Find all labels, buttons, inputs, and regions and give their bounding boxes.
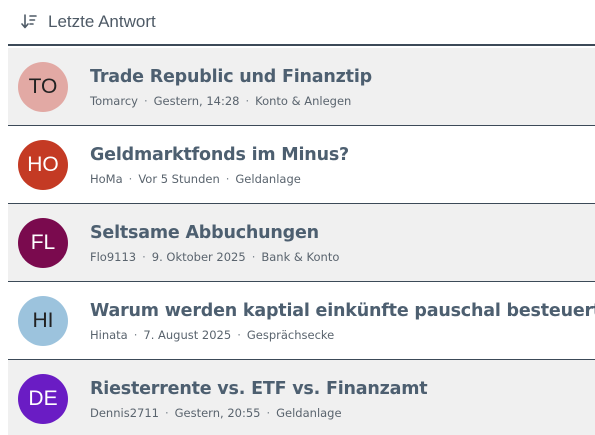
topic-row[interactable]: HO Geldmarktfonds im Minus? HoMa · Vor 5… (8, 126, 595, 204)
meta-separator: · (142, 249, 146, 264)
meta-separator: · (128, 171, 133, 186)
topic-time: Gestern, 20:55 (174, 406, 261, 420)
meta-separator: · (164, 406, 169, 420)
avatar-initials: HI (32, 308, 54, 332)
topic-category[interactable]: Geldanlage (276, 406, 341, 420)
avatar[interactable]: HI (18, 295, 68, 346)
meta-separator: · (143, 93, 148, 108)
topic-list: TO Trade Republic und Finanztip Tomarcy … (8, 48, 595, 435)
meta-separator: · (133, 327, 138, 342)
avatar[interactable]: DE (18, 374, 68, 424)
topic-time: 9. Oktober 2025 (151, 249, 246, 264)
topic-author[interactable]: HoMa (90, 172, 123, 186)
topic-row[interactable]: FL Seltsame Abbuchungen Flo9113 · 9. Okt… (8, 204, 595, 282)
topic-row[interactable]: DE Riesterrente vs. ETF vs. Finanzamt De… (8, 360, 595, 435)
avatar[interactable]: HO (18, 139, 68, 190)
topic-title[interactable]: Geldmarktfonds im Minus? (90, 144, 349, 166)
topic-title[interactable]: Seltsame Abbuchungen (90, 222, 339, 244)
sort-header[interactable]: Letzte Antwort (8, 0, 595, 46)
topic-row[interactable]: TO Trade Republic und Finanztip Tomarcy … (8, 48, 595, 126)
topic-author[interactable]: Flo9113 (90, 250, 136, 264)
topic-time: Gestern, 14:28 (153, 93, 240, 108)
sort-descending-icon (20, 13, 38, 31)
topic-time: Vor 5 Stunden (138, 171, 220, 186)
meta-separator: · (225, 171, 230, 186)
topic-title[interactable]: Trade Republic und Finanztip (90, 66, 372, 88)
avatar-initials: FL (30, 230, 56, 254)
topic-meta: Tomarcy · Gestern, 14:28 · Konto & Anleg… (90, 94, 372, 108)
avatar[interactable]: FL (18, 217, 68, 268)
meta-separator: · (245, 93, 250, 108)
topic-title[interactable]: Warum werden kaptial einkünfte pauschal … (90, 300, 595, 322)
meta-separator: · (251, 249, 256, 264)
sort-label: Letzte Antwort (48, 12, 156, 31)
meta-separator: · (237, 327, 241, 342)
topic-category[interactable]: Konto & Anlegen (255, 94, 351, 108)
topic-time: 7. August 2025 (143, 327, 232, 342)
topic-meta: Dennis2711 · Gestern, 20:55 · Geldanlage (90, 406, 427, 420)
topic-row[interactable]: HI Warum werden kaptial einkünfte pausch… (8, 282, 595, 360)
topic-category[interactable]: Gesprächsecke (247, 328, 334, 342)
topic-author[interactable]: Hinata (90, 328, 128, 342)
avatar-initials: TO (28, 74, 58, 98)
meta-separator: · (266, 406, 271, 420)
avatar[interactable]: TO (18, 61, 68, 112)
topic-author[interactable]: Tomarcy (90, 94, 138, 108)
avatar-initials: DE (28, 387, 58, 410)
topic-category[interactable]: Bank & Konto (261, 250, 339, 264)
topic-category[interactable]: Geldanlage (235, 172, 300, 186)
topic-meta: HoMa · Vor 5 Stunden · Geldanlage (90, 172, 349, 186)
topic-meta: Flo9113 · 9. Oktober 2025 · Bank & Konto (90, 250, 339, 264)
topic-title[interactable]: Riesterrente vs. ETF vs. Finanzamt (90, 378, 428, 400)
topic-author[interactable]: Dennis2711 (90, 406, 159, 420)
topic-meta: Hinata · 7. August 2025 · Gesprächsecke (90, 328, 595, 342)
avatar-initials: HO (27, 152, 59, 176)
